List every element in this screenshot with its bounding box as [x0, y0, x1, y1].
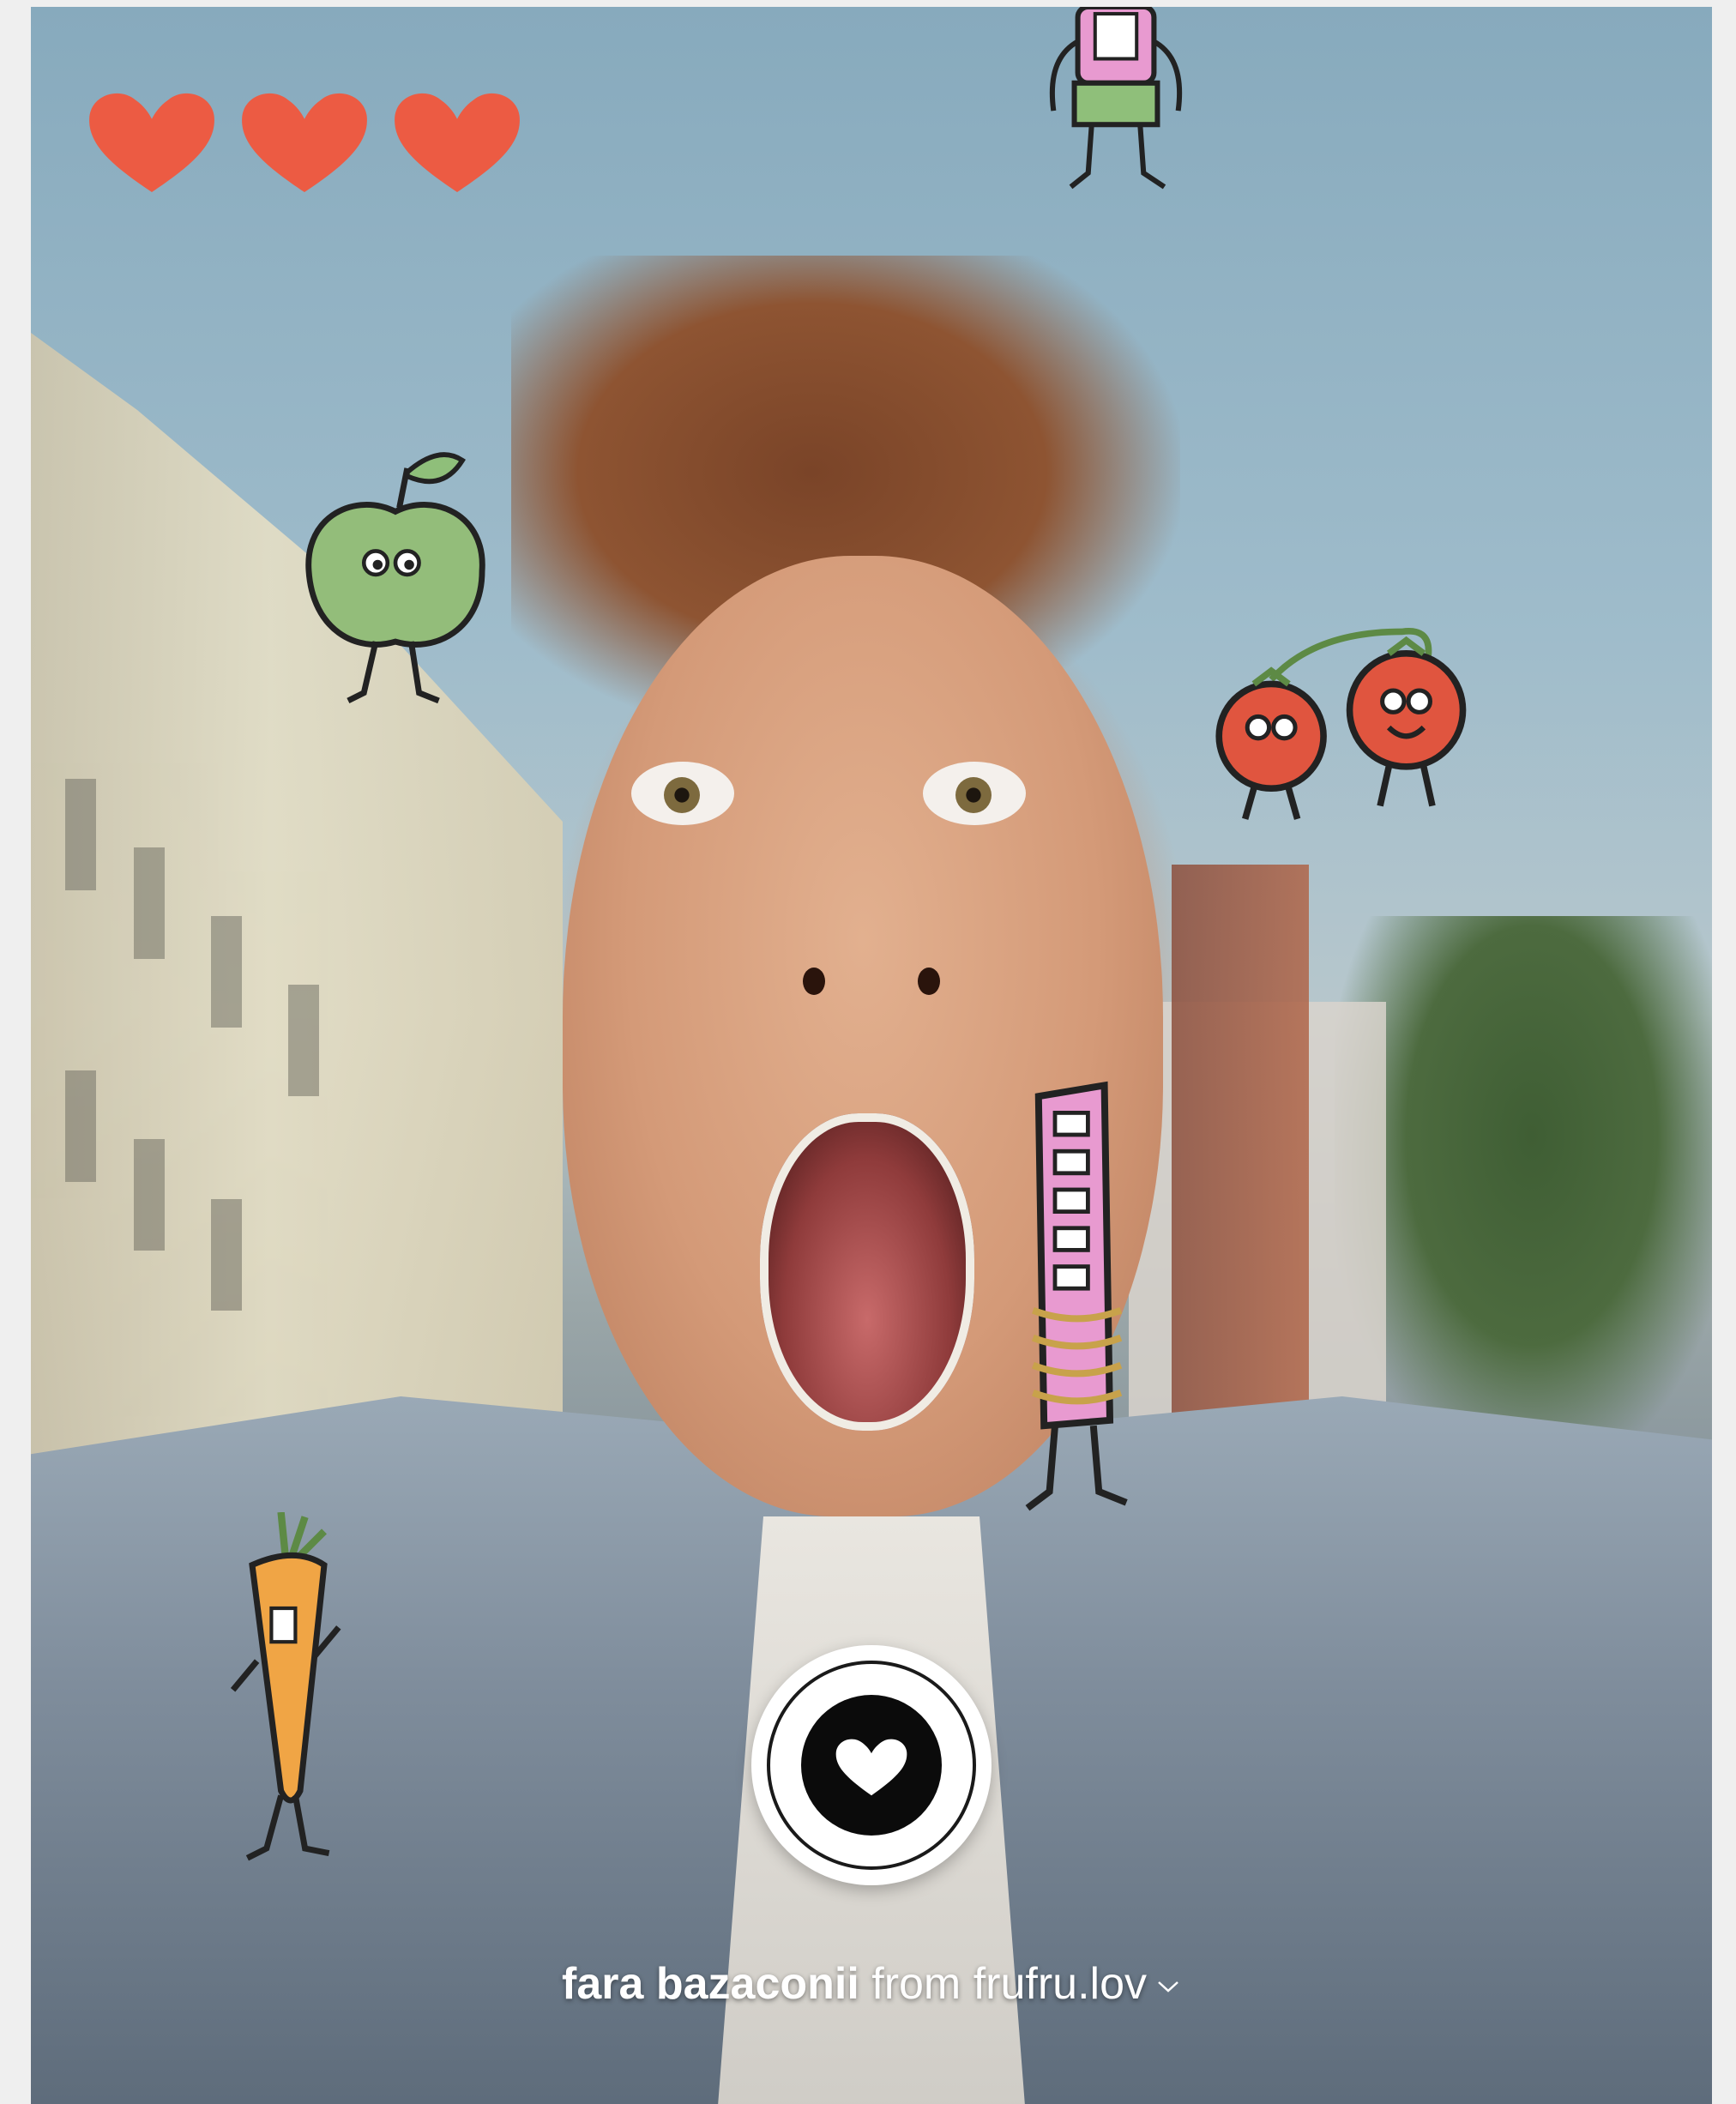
effect-attribution[interactable]: fara bazaconii from frufru.lov: [31, 1958, 1712, 2010]
pink-monster-sticker: [1049, 7, 1183, 190]
heart-icon: [89, 93, 214, 193]
brick-tower: [1172, 865, 1309, 1465]
capture-button[interactable]: [751, 1645, 992, 1885]
heart-icon: [835, 1739, 907, 1796]
chevron-down-icon[interactable]: [1155, 1978, 1181, 1995]
capture-button-core: [801, 1695, 942, 1836]
heart-icon: [395, 93, 520, 193]
trees: [1335, 916, 1712, 1465]
left-eye: [631, 762, 734, 825]
camera-viewfinder[interactable]: fara bazaconii from frufru.lov: [31, 7, 1712, 2104]
effect-author: frufru.lov: [973, 1959, 1147, 2009]
right-eye: [923, 762, 1026, 825]
tomato-sticker: [1215, 628, 1467, 820]
heart-icon: [242, 93, 367, 193]
pink-tower-monster-sticker: [1025, 1081, 1128, 1511]
mouth: [760, 1113, 974, 1431]
carrot-sticker: [230, 1512, 341, 1861]
nose: [786, 968, 957, 998]
apple-sticker: [305, 452, 485, 704]
effect-from-label: from: [871, 1959, 961, 2009]
effect-name: fara bazaconii: [562, 1959, 859, 2009]
lives-hearts: [84, 86, 525, 196]
